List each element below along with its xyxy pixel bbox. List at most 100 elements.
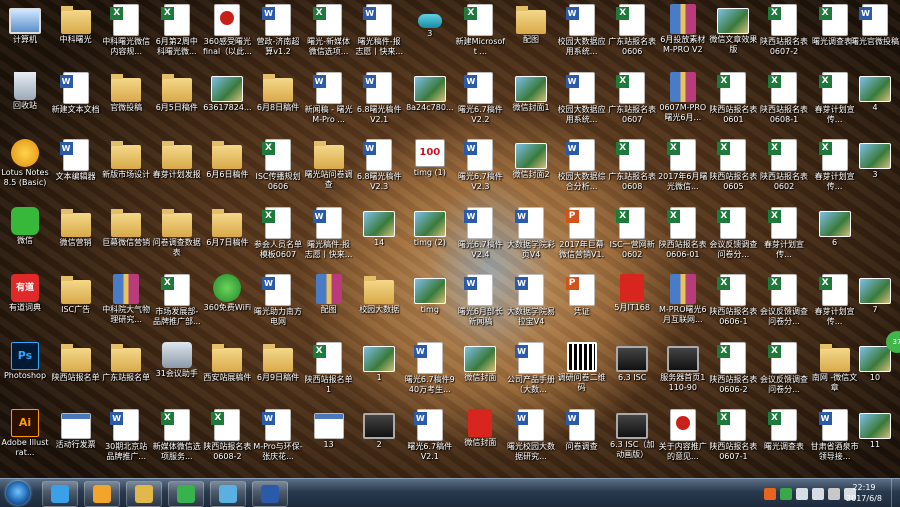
desktop-icon[interactable]: 陕西站报名表0601: [708, 68, 758, 135]
desktop-icon[interactable]: 会议反馈调查问卷分...: [759, 270, 809, 337]
taskbar-app-button[interactable]: [210, 481, 246, 507]
desktop-icon[interactable]: 校园大数据应用系统...: [557, 68, 607, 135]
desktop-icon[interactable]: 陕西站报名表0606-01: [658, 203, 708, 270]
desktop-icon[interactable]: ISC广告: [51, 270, 101, 337]
desktop-icon[interactable]: 14: [354, 203, 404, 270]
desktop-icon[interactable]: 关于内容推广的意见...: [658, 405, 708, 472]
desktop-icon[interactable]: 校园大数据应用系统...: [557, 0, 607, 67]
desktop-icon[interactable]: 63617824...: [202, 68, 252, 135]
taskbar-app-button[interactable]: [168, 481, 204, 507]
desktop-icon[interactable]: 巨幕微信营销: [101, 203, 151, 270]
desktop-icon[interactable]: 新版市场设计: [101, 135, 151, 202]
desktop-icon[interactable]: 计算机: [0, 0, 50, 67]
desktop-icon[interactable]: 曙光官微投稿: [850, 0, 900, 67]
desktop-icon[interactable]: 服务器首页1110-90: [658, 338, 708, 405]
desktop-icon[interactable]: 回收站: [0, 68, 50, 135]
desktop-icon[interactable]: 8a24c780...: [405, 68, 455, 135]
desktop-icon[interactable]: 曙光6.7稿件V2.3: [455, 135, 505, 202]
show-desktop-button[interactable]: [891, 479, 900, 507]
orange-app-icon[interactable]: [764, 488, 776, 500]
desktop-icon[interactable]: 微信封面: [455, 405, 505, 472]
desktop-icon[interactable]: 5月IT168: [607, 270, 657, 337]
desktop-icon[interactable]: M-Pro与环保-张庆花...: [253, 405, 303, 472]
taskbar-app-button[interactable]: [252, 481, 288, 507]
desktop-icon[interactable]: 31会议助手: [152, 338, 202, 405]
desktop-icon[interactable]: 配图: [506, 0, 556, 67]
desktop-icon[interactable]: 公司产品手册（大数...: [506, 338, 556, 405]
desktop-icon[interactable]: 7: [850, 270, 900, 337]
desktop-icon[interactable]: 广东站报名表0608: [607, 135, 657, 202]
desktop-icon[interactable]: 官微投稿: [101, 68, 151, 135]
desktop-icon[interactable]: 参会人员名单模板0607: [253, 203, 303, 270]
desktop-icon[interactable]: 调研问卷二维码: [557, 338, 607, 405]
desktop-icon[interactable]: 13: [304, 405, 354, 472]
desktop-icon[interactable]: 微信营销: [51, 203, 101, 270]
desktop-icon[interactable]: 曙光6月部长新闻稿: [455, 270, 505, 337]
desktop-icon[interactable]: 广东站报名表0607: [607, 68, 657, 135]
desktop-icon[interactable]: 中科院大气物理研究...: [101, 270, 151, 337]
desktop-icon[interactable]: 6月投放素材M-PRO V2: [658, 0, 708, 67]
desktop-icon[interactable]: 陕西站报名表0608-1: [759, 68, 809, 135]
start-button[interactable]: [2, 479, 34, 507]
desktop-icon[interactable]: 2: [354, 405, 404, 472]
desktop-icon[interactable]: 6.8曙光稿件V2.3: [354, 135, 404, 202]
desktop-icon[interactable]: 6.3 ISC: [607, 338, 657, 405]
desktop-icon[interactable]: 360免费WiFi: [202, 270, 252, 337]
taskbar-app-button[interactable]: [126, 481, 162, 507]
desktop-icon[interactable]: 问卷调查数据表: [152, 203, 202, 270]
desktop-icon[interactable]: 营政-济南超算v1.2: [253, 0, 303, 67]
desktop-icon[interactable]: timg: [405, 270, 455, 337]
desktop-icon[interactable]: 有道 有道词典: [0, 270, 50, 337]
desktop-icon[interactable]: 陕西站报名单: [51, 338, 101, 405]
desktop-icon[interactable]: 问卷调查: [557, 405, 607, 472]
network-icon[interactable]: [796, 488, 808, 500]
desktop-icon[interactable]: ISC传播规划0606: [253, 135, 303, 202]
desktop-icon[interactable]: 360感受曙光final（以此...: [202, 0, 252, 67]
desktop-icon[interactable]: 6.3 ISC（加动画版）: [607, 405, 657, 472]
taskbar-app-button[interactable]: [84, 481, 120, 507]
desktop-icon[interactable]: 30期北京站品牌推广...: [101, 405, 151, 472]
desktop-icon[interactable]: 新建文本文档: [51, 68, 101, 135]
desktop-icon[interactable]: 曙光6.7稿件V2.2: [455, 68, 505, 135]
chat-icon[interactable]: [780, 488, 792, 500]
desktop-icon[interactable]: 中科曙光: [51, 0, 101, 67]
desktop-icon[interactable]: 新闻稿 - 曙光M-Pro ...: [304, 68, 354, 135]
desktop-icon[interactable]: 新建Microsoft ...: [455, 0, 505, 67]
desktop-icon[interactable]: 6月7日稿件: [202, 203, 252, 270]
desktop-icon[interactable]: 6月5日稿件: [152, 68, 202, 135]
desktop-icon[interactable]: 曙光稿件-报志愿丨快来...: [354, 0, 404, 67]
desktop-icon[interactable]: 曙光6.7稿件V2.1: [405, 405, 455, 472]
desktop-icon[interactable]: 曙光6.7稿件V2.4: [455, 203, 505, 270]
desktop-icon[interactable]: Ps Photoshop: [0, 338, 50, 405]
desktop-icon[interactable]: 微信封面1: [506, 68, 556, 135]
desktop-icon[interactable]: 广东站报名单: [101, 338, 151, 405]
desktop-icon[interactable]: 中科曙光微信内容规...: [101, 0, 151, 67]
desktop-icon[interactable]: 100 timg (1): [405, 135, 455, 202]
desktop-icon[interactable]: 陕西站报名表0602: [759, 135, 809, 202]
desktop-icon[interactable]: timg (2): [405, 203, 455, 270]
desktop-icon[interactable]: 大数据学院易拉宝V4: [506, 270, 556, 337]
desktop-icon[interactable]: 陕西站报名表0607-2: [759, 0, 809, 67]
desktop-icon[interactable]: 广东站报名表0606: [607, 0, 657, 67]
desktop-icon[interactable]: 6: [810, 203, 860, 270]
desktop-icon[interactable]: 4: [850, 68, 900, 135]
desktop-icon[interactable]: 曙光校园大数据研究...: [506, 405, 556, 472]
desktop-icon[interactable]: 6月9日稿件: [253, 338, 303, 405]
desktop-icon[interactable]: 陕西站报名表0606-2: [708, 338, 758, 405]
desktop-icon[interactable]: 1: [354, 338, 404, 405]
desktop-icon[interactable]: 陕西站报名表0608-2: [202, 405, 252, 472]
desktop-icon[interactable]: 新媒体微信选项服务...: [152, 405, 202, 472]
desktop-icon[interactable]: 曙光稿件-报志愿丨快来...: [304, 203, 354, 270]
desktop-icon[interactable]: 大数据学院彩页V4: [506, 203, 556, 270]
desktop-icon[interactable]: 校园大数据综合分析...: [557, 135, 607, 202]
desktop-icon[interactable]: 11: [850, 405, 900, 472]
desktop-icon[interactable]: 曙光站问卷调查: [304, 135, 354, 202]
desktop-icon[interactable]: 陕西站报名单1: [304, 338, 354, 405]
desktop-icon[interactable]: 曙光调查表: [759, 405, 809, 472]
desktop-icon[interactable]: 6月6日稿件: [202, 135, 252, 202]
desktop-icon[interactable]: M-PRO曙光6月互联网...: [658, 270, 708, 337]
desktop-icon[interactable]: 春芽计划宣传...: [759, 203, 809, 270]
desktop-icon[interactable]: 微信文章效果版: [708, 0, 758, 67]
desktop-icon[interactable]: 陕西站报名表0605: [708, 135, 758, 202]
desktop-icon[interactable]: 西安站展稿件: [202, 338, 252, 405]
